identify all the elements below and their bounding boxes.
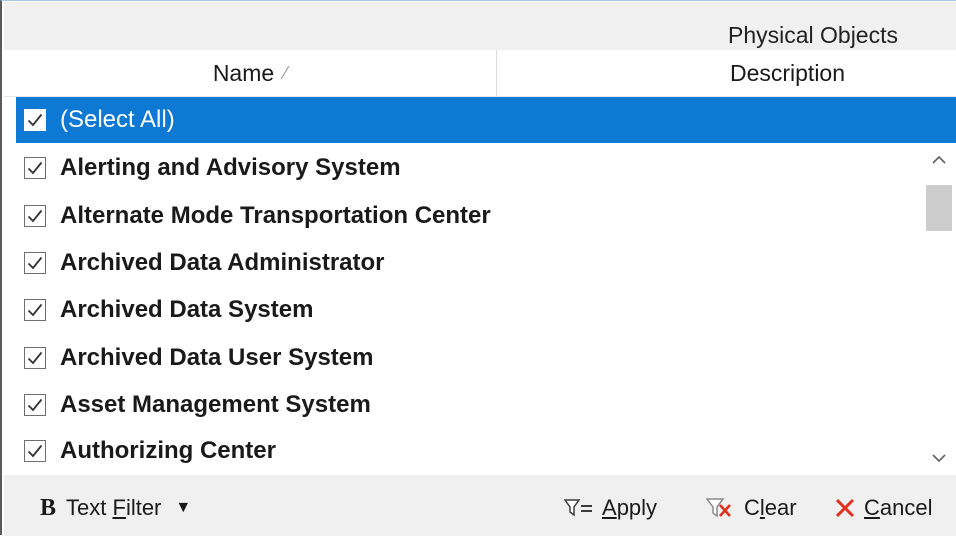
list-item[interactable]: Authorizing Center [16, 428, 918, 473]
list-item[interactable]: Asset Management System [16, 382, 918, 428]
column-header-row: Name ⁄ Description [4, 50, 956, 97]
filter-clear-icon [706, 497, 736, 519]
list-item[interactable]: Alerting and Advisory System [16, 145, 918, 191]
list-item-select-all[interactable]: (Select All) [16, 97, 956, 143]
checkbox[interactable] [24, 252, 46, 274]
checkbox[interactable] [24, 347, 46, 369]
checkbox[interactable] [24, 157, 46, 179]
dropdown-arrow-icon: ▼ [175, 499, 192, 516]
filter-value-list: (Select All) Alerting and Advisory Syste… [16, 97, 956, 473]
list-item[interactable]: Archived Data User System [16, 335, 918, 381]
column-header-name[interactable]: Name ⁄ [4, 50, 497, 96]
list-item-label: Archived Data Administrator [60, 249, 385, 276]
text-filter-label: Text Filter [66, 495, 162, 520]
text-filter-dropdown[interactable]: B Text Filter ▼ [40, 493, 191, 523]
apply-label: Apply [602, 495, 658, 520]
clear-label: Clear [744, 495, 797, 520]
list-item[interactable]: Archived Data System [16, 287, 918, 333]
list-item-label: Archived Data System [60, 296, 314, 323]
check-icon [27, 398, 43, 412]
group-header: Physical Objects [4, 2, 956, 50]
apply-button[interactable]: Apply [564, 493, 657, 523]
filter-footer: B Text Filter ▼ Apply Clear Cancel [4, 475, 956, 536]
checkbox-select-all[interactable] [24, 109, 46, 131]
filter-apply-icon [564, 498, 594, 518]
list-item-label: Alerting and Advisory System [60, 154, 401, 181]
cancel-button[interactable]: Cancel [834, 493, 932, 523]
column-header-description-label: Description [729, 59, 846, 86]
list-item-label: Alternate Mode Transportation Center [60, 202, 491, 229]
list-item-label: Archived Data User System [60, 344, 374, 371]
checkbox[interactable] [24, 205, 46, 227]
list-item-label: Asset Management System [60, 391, 371, 418]
filter-popup: Physical Objects Name ⁄ Description (Sel… [0, 0, 956, 536]
group-title: Physical Objects [727, 22, 898, 48]
checkbox[interactable] [24, 394, 46, 416]
list-item-label: (Select All) [60, 106, 175, 133]
cancel-label: Cancel [864, 495, 933, 520]
list-item[interactable]: Archived Data Administrator [16, 240, 918, 286]
clear-button[interactable]: Clear [706, 493, 797, 523]
check-icon [27, 161, 43, 175]
checkbox[interactable] [24, 299, 46, 321]
check-icon [27, 209, 43, 223]
list-item[interactable]: Alternate Mode Transportation Center [16, 193, 918, 239]
scroll-up-icon[interactable] [920, 145, 956, 175]
check-icon [27, 303, 43, 317]
check-icon [27, 113, 43, 127]
column-header-name-label: Name [212, 59, 275, 86]
scroll-down-icon[interactable] [920, 443, 956, 473]
check-icon [27, 256, 43, 270]
sort-indicator-icon: ⁄ [284, 62, 288, 83]
column-header-description[interactable]: Description [497, 50, 956, 96]
vertical-scrollbar[interactable] [920, 145, 956, 473]
scrollbar-thumb[interactable] [926, 185, 952, 231]
check-icon [27, 351, 43, 365]
cancel-x-icon [834, 497, 856, 519]
list-item-label: Authorizing Center [60, 437, 276, 464]
bold-icon: B [40, 494, 57, 521]
check-icon [27, 444, 43, 458]
checkbox[interactable] [24, 440, 46, 462]
